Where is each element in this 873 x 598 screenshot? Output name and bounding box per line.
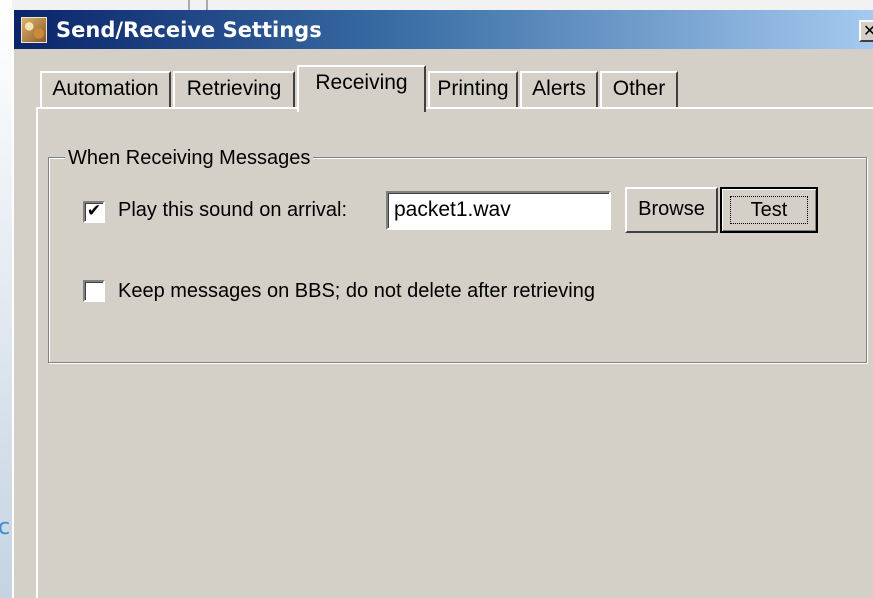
browse-button[interactable]: Browse — [625, 187, 718, 233]
close-icon: ✕ — [863, 21, 873, 40]
tab-printing[interactable]: Printing — [428, 71, 518, 108]
background-partial-text: c — [0, 515, 11, 540]
test-button[interactable]: Test — [720, 187, 818, 233]
close-button[interactable]: ✕ — [859, 20, 873, 42]
play-sound-label[interactable]: Play this sound on arrival: — [118, 199, 347, 221]
toolbar-separator — [188, 0, 190, 10]
app-icon — [21, 17, 47, 43]
tab-other[interactable]: Other — [600, 71, 678, 108]
group-title: When Receiving Messages — [65, 147, 314, 169]
window-title: Send/Receive Settings — [56, 18, 322, 42]
title-bar[interactable]: Send/Receive Settings ✕ — [14, 10, 873, 49]
screen: c Send/Receive Settings ✕ Automation Ret… — [0, 0, 873, 598]
background-app-edge — [0, 0, 12, 598]
tab-alerts[interactable]: Alerts — [520, 71, 598, 108]
test-button-label: Test — [730, 196, 808, 224]
tab-retrieving[interactable]: Retrieving — [173, 71, 295, 108]
tab-automation[interactable]: Automation — [40, 71, 171, 108]
toolbar-separator — [206, 0, 208, 10]
keep-messages-label[interactable]: Keep messages on BBS; do not delete afte… — [118, 280, 595, 302]
play-sound-checkbox[interactable]: ✔ — [83, 201, 105, 223]
sound-file-input[interactable]: packet1.wav — [386, 191, 611, 230]
send-receive-settings-dialog: Send/Receive Settings ✕ Automation Retri… — [12, 10, 873, 598]
tab-receiving[interactable]: Receiving — [297, 65, 426, 112]
checkmark-icon: ✔ — [86, 201, 102, 221]
keep-messages-checkbox[interactable] — [83, 280, 105, 302]
